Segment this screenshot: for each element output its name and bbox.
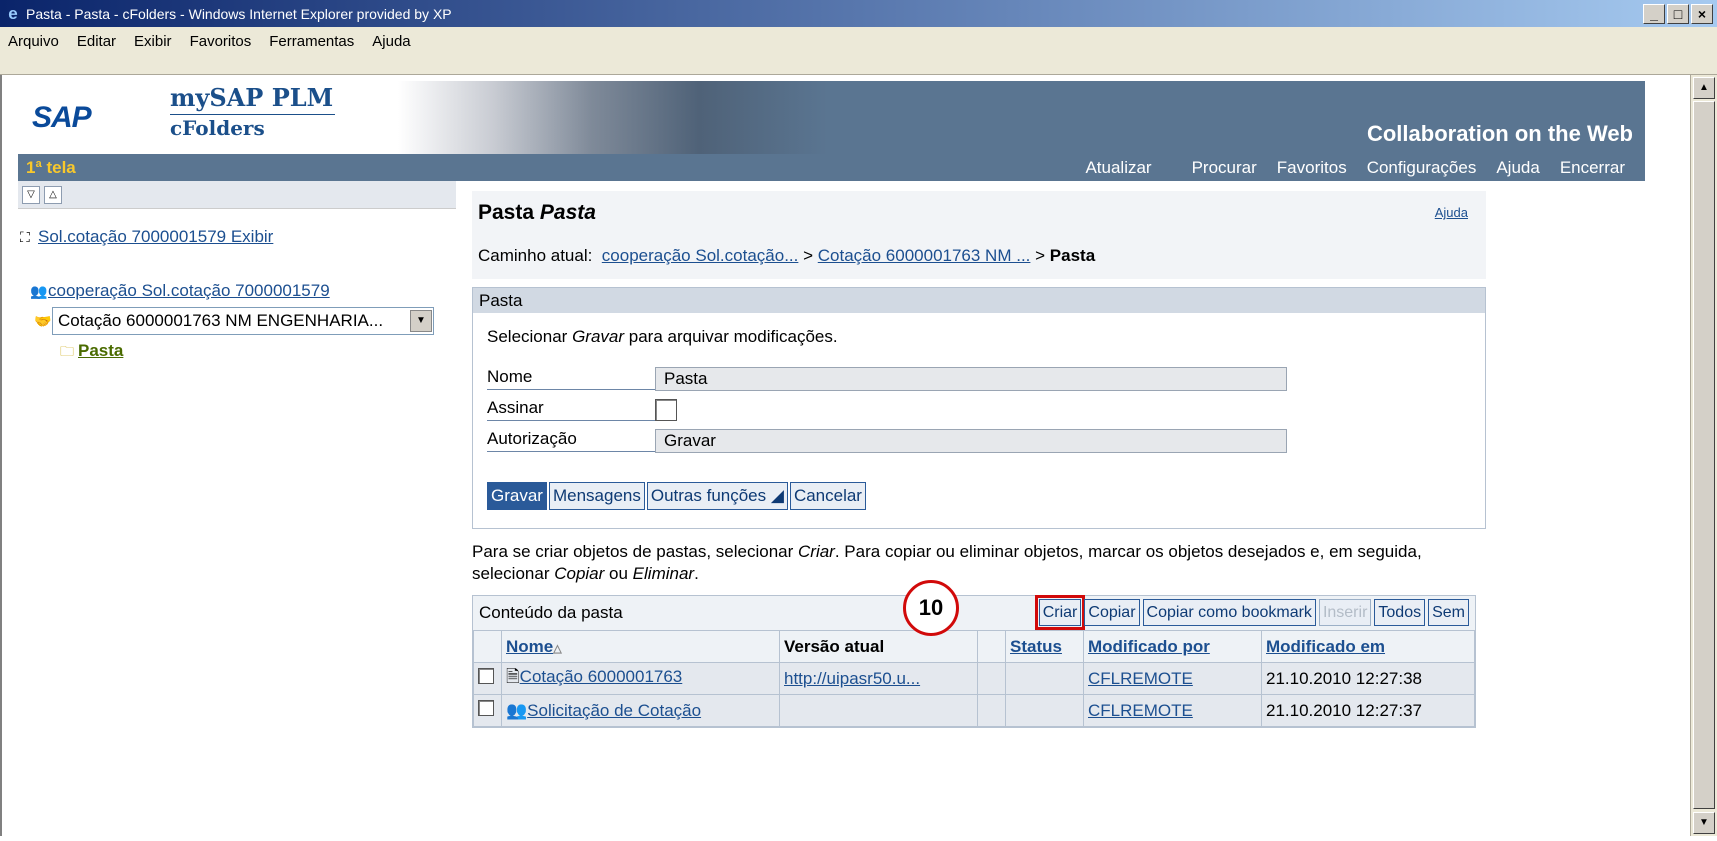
row-modified-at: 21.10.2010 12:27:37	[1261, 694, 1475, 727]
collapse-all-icon[interactable]: △	[44, 185, 62, 204]
nome-field[interactable]: Pasta	[655, 366, 1287, 391]
tree-root-link[interactable]: Sol.cotação 7000001579 Exibir	[38, 227, 273, 246]
col-modificado-em[interactable]: Modificado em	[1266, 637, 1385, 656]
nav-favoritos[interactable]: Favoritos	[1277, 158, 1347, 178]
menu-ajuda[interactable]: Ajuda	[372, 33, 410, 68]
menu-editar[interactable]: Editar	[77, 33, 116, 68]
outras-funcoes-button[interactable]: Outras funções ◢	[646, 482, 788, 510]
assinar-label: Assinar	[487, 398, 655, 421]
section-header: Pasta	[473, 288, 1485, 313]
sem-button[interactable]: Sem	[1428, 599, 1469, 626]
scroll-up-icon[interactable]: ▲	[1693, 77, 1715, 99]
copiar-bookmark-button[interactable]: Copiar como bookmark	[1142, 599, 1316, 626]
menu-ferramentas[interactable]: Ferramentas	[269, 33, 354, 68]
quotation-icon: 🤝	[34, 312, 52, 329]
menu-exibir[interactable]: Exibir	[134, 33, 172, 68]
table-row: 🗎Cotação 6000001763 http://uipasr50.u...…	[473, 662, 1475, 695]
left-tree-panel: ▽ △ ⛶ Sol.cotação 7000001579 Exibir 👥coop…	[18, 181, 456, 841]
screen-label: 1ª tela	[26, 157, 76, 177]
nav-procurar[interactable]: Procurar	[1192, 158, 1257, 178]
col-versao: Versão atual	[779, 630, 978, 663]
content-table: Nome△ Versão atual Status Modificado por…	[473, 630, 1475, 727]
col-nome[interactable]: Nome	[506, 637, 553, 656]
info-text: Para se criar objetos de pastas, selecio…	[472, 542, 1422, 583]
page-content: SAP mySAP PLM cFolders Collaboration on …	[0, 75, 1690, 841]
folder-content-table: Conteúdo da pasta Criar Copiar Copiar co…	[472, 595, 1476, 728]
row-name-link[interactable]: Solicitação de Cotação	[527, 701, 701, 720]
breadcrumb-collab[interactable]: cooperação Sol.cotação...	[602, 246, 799, 265]
autorizacao-field[interactable]: Gravar	[655, 428, 1287, 453]
nav-ajuda[interactable]: Ajuda	[1496, 158, 1539, 178]
nav-encerrar[interactable]: Encerrar	[1560, 158, 1625, 178]
row-modified-at: 21.10.2010 12:27:38	[1261, 662, 1475, 695]
nav-configuracoes[interactable]: Configurações	[1367, 158, 1477, 178]
minimize-button[interactable]: _	[1643, 4, 1665, 24]
autorizacao-label: Autorização	[487, 429, 655, 452]
quotation-select[interactable]: Cotação 6000001763 NM ENGENHARIA... ▼	[52, 307, 434, 335]
row-modified-by[interactable]: CFLREMOTE	[1088, 701, 1193, 720]
product-name: mySAP PLM	[170, 83, 334, 112]
mensagens-button[interactable]: Mensagens	[548, 482, 645, 510]
top-navbar: 1ª tela Atualizar Procurar Favoritos Con…	[18, 154, 1645, 181]
sap-logo: SAP	[26, 95, 136, 141]
scroll-thumb[interactable]	[1693, 101, 1715, 809]
vertical-scrollbar[interactable]: ▲ ▼	[1690, 75, 1717, 836]
folder-section: Pasta Selecionar Gravar para arquivar mo…	[472, 287, 1486, 529]
table-row: 👥Solicitação de Cotação CFLREMOTE 21.10.…	[473, 694, 1475, 727]
quotation-doc-icon: 🗎	[506, 667, 520, 686]
folder-icon: 🗀	[60, 343, 74, 359]
menu-arquivo[interactable]: Arquivo	[8, 33, 59, 68]
table-header-row: Nome△ Versão atual Status Modificado por…	[473, 630, 1475, 663]
ie-icon: e	[8, 3, 18, 23]
header-photo	[398, 81, 828, 154]
menubar: Arquivo Editar Exibir Favoritos Ferramen…	[0, 27, 1717, 75]
help-link[interactable]: Ajuda	[1435, 205, 1468, 220]
criar-button[interactable]: Criar	[1034, 595, 1086, 630]
window-titlebar: e Pasta - Pasta - cFolders - Windows Int…	[0, 0, 1717, 27]
collaboration-icon: 👥	[30, 283, 48, 299]
col-status[interactable]: Status	[1010, 637, 1062, 656]
row-name-link[interactable]: Cotação 6000001763	[520, 667, 683, 686]
breadcrumb: Caminho atual: cooperação Sol.cotação...…	[478, 246, 1096, 265]
page-title: Pasta Pasta	[478, 201, 596, 224]
sort-asc-icon[interactable]: △	[553, 643, 561, 655]
main-area: Pasta Pasta Ajuda Caminho atual: coopera…	[472, 191, 1486, 728]
tree-folder-link[interactable]: Pasta	[78, 341, 123, 360]
rfq-icon: ⛶	[20, 229, 30, 245]
col-modificado-por[interactable]: Modificado por	[1088, 637, 1210, 656]
tree-collab-link[interactable]: cooperação Sol.cotação 7000001579	[48, 281, 330, 300]
scroll-down-icon[interactable]: ▼	[1693, 812, 1715, 834]
row-checkbox[interactable]	[478, 668, 494, 684]
header-tagline: Collaboration on the Web	[1366, 121, 1633, 146]
nome-label: Nome	[487, 367, 655, 390]
close-button[interactable]: ×	[1691, 4, 1713, 24]
step-callout: 10	[903, 580, 959, 636]
row-checkbox[interactable]	[478, 700, 494, 716]
inserir-button[interactable]: Inserir	[1318, 599, 1372, 626]
copiar-button[interactable]: Copiar	[1084, 599, 1140, 626]
todos-button[interactable]: Todos	[1374, 599, 1426, 626]
collaboration-icon: 👥	[506, 700, 528, 720]
dropdown-arrow-icon[interactable]: ▼	[410, 310, 432, 332]
gravar-button[interactable]: Gravar	[487, 482, 547, 510]
row-modified-by[interactable]: CFLREMOTE	[1088, 669, 1193, 688]
breadcrumb-current: Pasta	[1049, 246, 1096, 265]
instruction-text: Selecionar Gravar para arquivar modifica…	[487, 327, 838, 346]
assinar-checkbox[interactable]	[655, 398, 677, 421]
page-title-box: Pasta Pasta Ajuda Caminho atual: coopera…	[472, 191, 1486, 279]
maximize-button[interactable]: □	[1667, 4, 1689, 24]
breadcrumb-quotation[interactable]: Cotação 6000001763 NM ...	[818, 246, 1031, 265]
table-title: Conteúdo da pasta	[479, 603, 623, 622]
module-name: cFolders	[170, 116, 265, 140]
expand-all-icon[interactable]: ▽	[22, 185, 40, 204]
row-version-link[interactable]: http://uipasr50.u...	[784, 669, 920, 688]
sap-header: SAP mySAP PLM cFolders Collaboration on …	[18, 81, 1645, 154]
menu-favoritos[interactable]: Favoritos	[190, 33, 252, 68]
cancelar-button[interactable]: Cancelar	[789, 482, 866, 510]
window-title: Pasta - Pasta - cFolders - Windows Inter…	[26, 5, 452, 22]
nav-atualizar[interactable]: Atualizar	[1085, 158, 1151, 178]
